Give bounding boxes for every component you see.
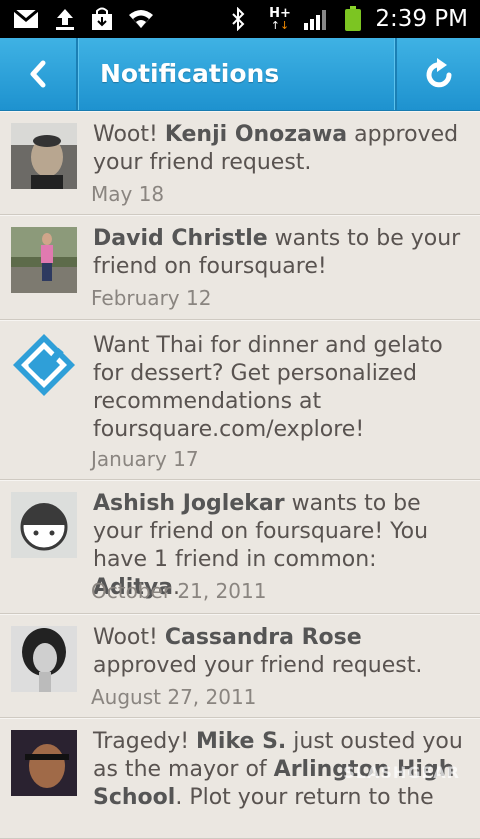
status-time: 2:39 PM (375, 6, 468, 32)
notification-item[interactable]: Want Thai for dinner and gelato for dess… (0, 320, 480, 480)
battery-icon (342, 6, 364, 32)
page-title: Notifications (100, 59, 280, 88)
notification-text: Woot! Cassandra Rose approved your frien… (93, 625, 423, 678)
notification-date: May 18 (91, 182, 165, 206)
notification-list: Woot! Kenji Onozawa approved your friend… (0, 111, 480, 839)
back-button[interactable] (0, 38, 76, 110)
user-avatar (11, 730, 77, 796)
notification-date: October 21, 2011 (91, 579, 267, 603)
notification-date: February 12 (91, 286, 212, 310)
user-avatar (11, 123, 77, 189)
user-avatar (11, 227, 77, 293)
gmail-icon (12, 6, 40, 32)
notification-item[interactable]: David Christle wants to be your friend o… (0, 215, 480, 320)
notification-text: Want Thai for dinner and gelato for dess… (93, 333, 443, 442)
foursquare-logo-icon (11, 332, 77, 398)
wifi-icon (126, 6, 156, 32)
shopping-bag-icon (88, 6, 116, 32)
notification-text: Woot! Kenji Onozawa approved your friend… (93, 122, 459, 175)
notification-date: January 17 (91, 447, 199, 471)
status-bar: H+ ↑↓ 2:39 PM (0, 0, 480, 38)
bluetooth-icon (228, 6, 248, 32)
notification-date: August 27, 2011 (91, 685, 257, 709)
notification-item[interactable]: Woot! Kenji Onozawa approved your friend… (0, 111, 480, 215)
network-icon: H+ ↑↓ (269, 6, 291, 32)
upload-icon (52, 6, 78, 32)
notification-item[interactable]: Woot! Cassandra Rose approved your frien… (0, 614, 480, 718)
default-avatar-icon (11, 492, 77, 558)
watermark: SLASHGEAR (343, 763, 460, 782)
chevron-left-icon (30, 60, 46, 88)
refresh-button[interactable] (397, 38, 480, 110)
notification-text: David Christle wants to be your friend o… (93, 226, 461, 279)
signal-icon (302, 6, 330, 32)
user-avatar (11, 626, 77, 692)
refresh-icon (426, 58, 451, 88)
action-bar: Notifications (0, 38, 480, 111)
notification-item[interactable]: Ashish Joglekar wants to be your friend … (0, 480, 480, 614)
